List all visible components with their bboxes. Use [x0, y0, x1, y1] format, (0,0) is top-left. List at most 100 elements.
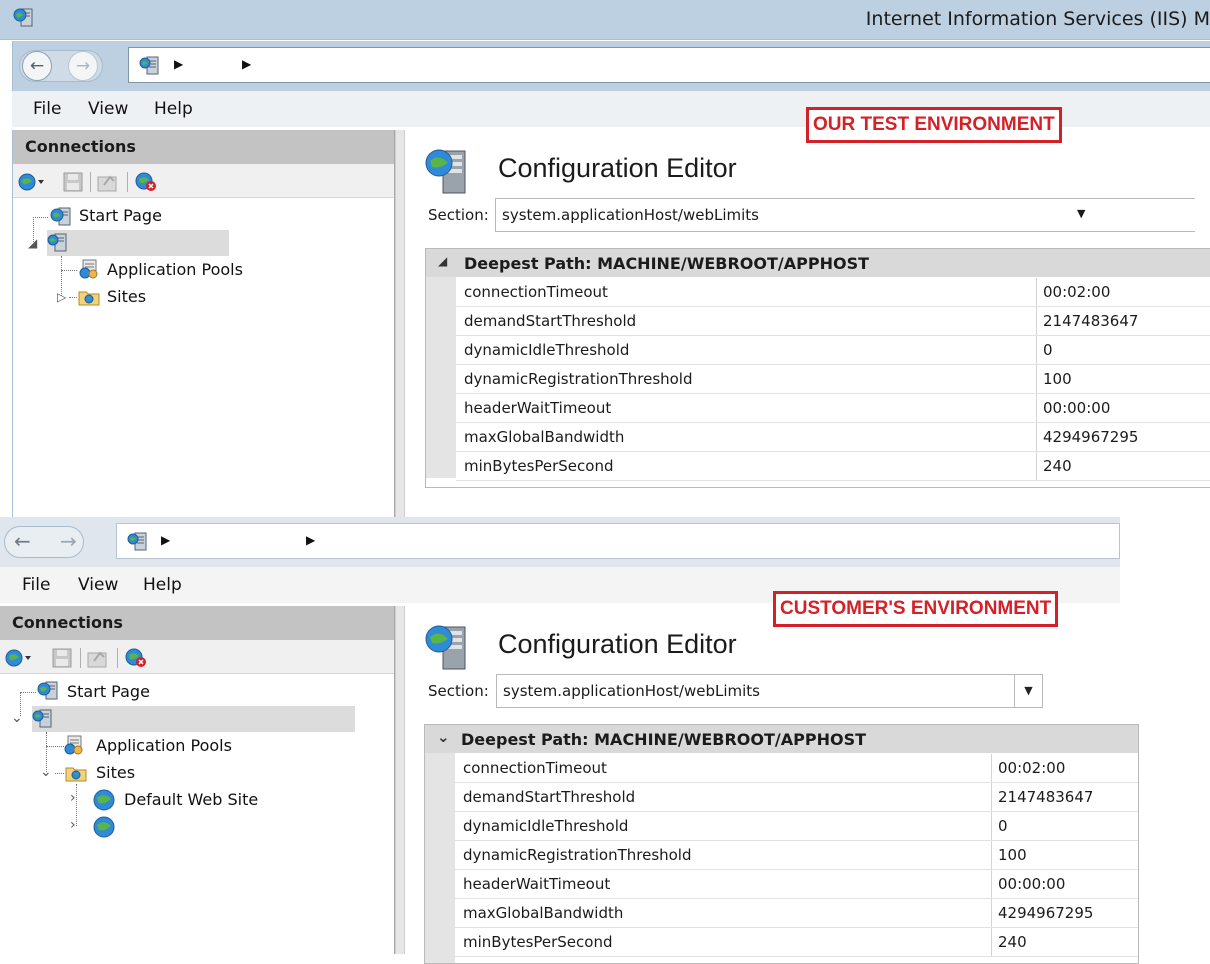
chevron-down-icon[interactable]: ⌄ [40, 764, 52, 780]
collapse-arrow-icon[interactable]: ◢ [438, 254, 447, 268]
window-title: Internet Information Services (IIS) M [865, 8, 1210, 30]
table-row[interactable]: demandStartThreshold 2147483647 [456, 307, 1210, 336]
tree-application-pools[interactable]: Application Pools [96, 736, 232, 755]
table-row[interactable]: headerWaitTimeout 00:00:00 [456, 394, 1210, 423]
panel-splitter[interactable] [395, 606, 405, 954]
setting-value[interactable]: 100 [1043, 370, 1072, 388]
table-row[interactable]: dynamicRegistrationThreshold 100 [455, 841, 1138, 870]
connect-globe-icon[interactable] [4, 647, 34, 673]
config-editor-title: Configuration Editor [498, 629, 737, 659]
setting-value[interactable]: 4294967295 [998, 904, 1093, 922]
chevron-down-icon[interactable]: ⌄ [11, 710, 23, 726]
toolbar-separator [117, 648, 118, 668]
back-arrow-icon[interactable]: ← [14, 529, 31, 553]
setting-value[interactable]: 00:00:00 [998, 875, 1065, 893]
panel-splitter[interactable] [395, 130, 405, 518]
breadcrumb-arrow-icon[interactable]: ▶ [174, 57, 183, 71]
menu-help[interactable]: Help [154, 99, 193, 119]
tree-server-node[interactable] [47, 230, 229, 256]
chevron-down-icon[interactable]: ▼ [1077, 207, 1085, 220]
start-page-icon [36, 680, 60, 706]
deepest-path-header[interactable]: ⌄ Deepest Path: MACHINE/WEBROOT/APPHOST [425, 725, 1138, 753]
setting-value[interactable]: 00:02:00 [1043, 283, 1110, 301]
table-row[interactable]: dynamicIdleThreshold 0 [455, 812, 1138, 841]
table-row[interactable]: minBytesPerSecond 240 [456, 452, 1210, 481]
tree-default-web-site[interactable]: Default Web Site [124, 790, 258, 809]
deepest-path-header[interactable]: ◢ Deepest Path: MACHINE/WEBROOT/APPHOST [426, 249, 1210, 277]
setting-value[interactable]: 00:02:00 [998, 759, 1065, 777]
setting-value[interactable]: 00:00:00 [1043, 399, 1110, 417]
setting-value[interactable]: 240 [1043, 457, 1072, 475]
table-row[interactable]: maxGlobalBandwidth 4294967295 [455, 899, 1138, 928]
chevron-down-icon[interactable]: ⌄ [437, 728, 450, 746]
breadcrumb-arrow-icon[interactable]: ▶ [161, 533, 170, 547]
section-dropdown[interactable]: system.applicationHost/webLimits [495, 198, 1195, 232]
connections-header: Connections [13, 130, 394, 164]
up-level-icon[interactable] [96, 171, 120, 197]
table-row[interactable]: maxGlobalBandwidth 4294967295 [456, 423, 1210, 452]
tree-server-node[interactable] [32, 706, 355, 732]
section-value: system.applicationHost/webLimits [502, 206, 759, 224]
table-row[interactable]: dynamicIdleThreshold 0 [456, 336, 1210, 365]
breadcrumb-arrow-icon[interactable]: ▶ [242, 57, 251, 71]
customer-environment-label: CUSTOMER'S ENVIRONMENT [773, 591, 1059, 627]
setting-name: dynamicRegistrationThreshold [463, 846, 692, 864]
section-value: system.applicationHost/webLimits [503, 682, 760, 700]
up-level-icon[interactable] [86, 647, 110, 673]
collapse-arrow-icon[interactable]: ◢ [28, 236, 37, 250]
section-dropdown[interactable]: system.applicationHost/webLimits ▼ [496, 674, 1043, 708]
globe-icon [92, 788, 116, 816]
tree-sites[interactable]: Sites [96, 763, 135, 782]
address-box[interactable]: ▶ ▶ [116, 523, 1120, 559]
table-row[interactable]: connectionTimeout 00:02:00 [455, 754, 1138, 783]
tree-application-pools[interactable]: Application Pools [107, 260, 243, 279]
connections-panel: Connections Start Page ◢ Application Poo… [12, 130, 395, 518]
chevron-right-icon[interactable]: › [70, 817, 76, 833]
save-icon[interactable] [51, 647, 73, 673]
column-divider [1036, 307, 1037, 335]
forward-button[interactable]: → [68, 51, 98, 81]
expand-arrow-icon[interactable]: ▷ [57, 290, 66, 304]
chevron-down-icon[interactable]: ▼ [1014, 675, 1042, 707]
setting-value[interactable]: 0 [1043, 341, 1053, 359]
setting-value[interactable]: 0 [998, 817, 1008, 835]
back-button[interactable]: ← [22, 51, 52, 81]
menu-view[interactable]: View [88, 99, 128, 119]
disconnect-icon[interactable] [123, 647, 149, 673]
setting-value[interactable]: 2147483647 [998, 788, 1093, 806]
setting-name: dynamicIdleThreshold [463, 817, 629, 835]
tree-start-page[interactable]: Start Page [79, 206, 162, 225]
connections-panel: Connections Start Page ⌄ Application Poo… [0, 606, 395, 954]
tree-connector [69, 297, 77, 298]
setting-name: headerWaitTimeout [464, 399, 612, 417]
setting-value[interactable]: 240 [998, 933, 1027, 951]
setting-value[interactable]: 4294967295 [1043, 428, 1138, 446]
chevron-right-icon[interactable]: › [70, 790, 76, 806]
table-row[interactable]: headerWaitTimeout 00:00:00 [455, 870, 1138, 899]
menu-view[interactable]: View [78, 575, 118, 595]
setting-value[interactable]: 2147483647 [1043, 312, 1138, 330]
table-row[interactable]: dynamicRegistrationThreshold 100 [456, 365, 1210, 394]
connections-toolbar [0, 640, 394, 674]
setting-value[interactable]: 100 [998, 846, 1027, 864]
save-icon[interactable] [62, 171, 84, 197]
breadcrumb-arrow-icon[interactable]: ▶ [306, 533, 315, 547]
globe-icon[interactable] [92, 815, 116, 843]
menu-file[interactable]: File [33, 99, 61, 119]
setting-name: minBytesPerSecond [463, 933, 613, 951]
address-box[interactable]: ▶ ▶ [128, 47, 1210, 83]
forward-arrow-icon[interactable]: → [60, 529, 77, 553]
table-row[interactable]: minBytesPerSecond 240 [455, 928, 1138, 957]
disconnect-icon[interactable] [133, 171, 159, 197]
toolbar-separator [127, 172, 128, 192]
tree-connector [76, 784, 77, 826]
table-row[interactable]: demandStartThreshold 2147483647 [455, 783, 1138, 812]
tree-start-page[interactable]: Start Page [67, 682, 150, 701]
table-row[interactable]: connectionTimeout 00:02:00 [456, 278, 1210, 307]
setting-name: minBytesPerSecond [464, 457, 614, 475]
menu-file[interactable]: File [22, 575, 50, 595]
tree-sites[interactable]: Sites [107, 287, 146, 306]
connect-globe-icon[interactable] [17, 171, 47, 197]
menu-help[interactable]: Help [143, 575, 182, 595]
tree-connector [20, 692, 36, 693]
